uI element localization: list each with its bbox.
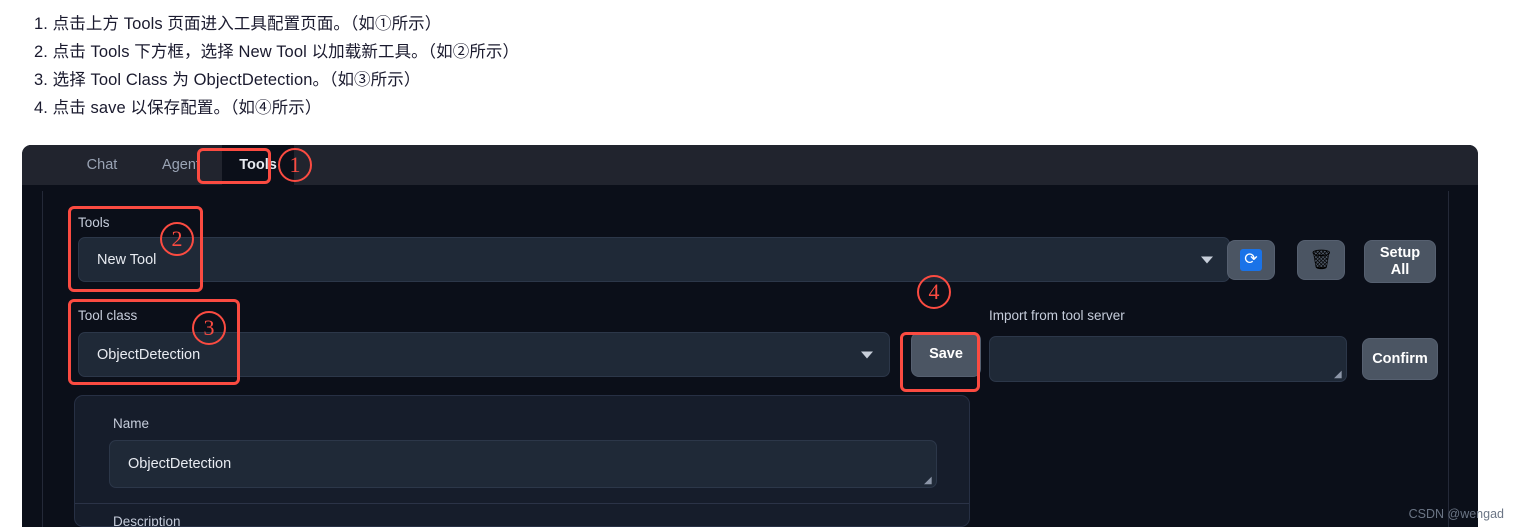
instruction-line-3: 3. 选择 Tool Class 为 ObjectDetection。（如③所示… (34, 71, 421, 89)
instruction-line-2: 2. 点击 Tools 下方框，选择 New Tool 以加载新工具。（如②所示… (34, 43, 520, 61)
setup-all-button[interactable]: Setup All (1364, 240, 1436, 283)
chevron-down-icon (1201, 256, 1213, 263)
right-rail-divider (1448, 191, 1449, 527)
name-input[interactable]: ObjectDetection ◢ (109, 440, 937, 488)
tools-select[interactable]: New Tool (78, 237, 1230, 282)
tool-detail-card: Name ObjectDetection ◢ Description (74, 395, 970, 527)
watermark: CSDN @wengad (1408, 507, 1504, 521)
name-label: Name (113, 416, 150, 431)
tab-bar: Chat Agent Tools (22, 145, 1478, 185)
tool-class-label: Tool class (78, 308, 138, 323)
tab-agent[interactable]: Agent (142, 145, 220, 185)
tab-chat[interactable]: Chat (64, 145, 140, 185)
setup-all-line-2: All (1390, 261, 1410, 278)
setup-all-line-1: Setup (1379, 244, 1421, 261)
instruction-line-1: 1. 点击上方 Tools 页面进入工具配置页面。（如①所示） (34, 15, 442, 33)
import-label: Import from tool server (989, 308, 1125, 323)
tool-class-select[interactable]: ObjectDetection (78, 332, 890, 377)
tool-class-select-value: ObjectDetection (97, 346, 201, 363)
refresh-icon: ⟳ (1240, 249, 1262, 271)
chevron-down-icon (861, 351, 873, 358)
import-textarea[interactable]: ◢ (989, 336, 1347, 382)
instruction-line-4: 4. 点击 save 以保存配置。（如④所示） (34, 99, 322, 117)
tools-select-value: New Tool (97, 251, 157, 268)
description-label: Description (113, 514, 181, 527)
tab-tools[interactable]: Tools (222, 145, 294, 185)
delete-button[interactable]: 🗑 (1297, 240, 1345, 280)
card-divider (75, 503, 969, 504)
name-input-value: ObjectDetection (128, 456, 232, 472)
resize-grip-icon[interactable]: ◢ (924, 476, 933, 486)
app-window: Chat Agent Tools Tools New Tool ⟳ 🗑 Setu… (22, 145, 1478, 527)
confirm-button[interactable]: Confirm (1362, 338, 1438, 380)
refresh-button[interactable]: ⟳ (1227, 240, 1275, 280)
instruction-list: 1. 点击上方 Tools 页面进入工具配置页面。（如①所示） 2. 点击 To… (34, 10, 1234, 122)
left-rail-divider (42, 191, 43, 527)
save-button[interactable]: Save (911, 332, 981, 377)
tools-label: Tools (78, 215, 110, 230)
trash-icon: 🗑 (1308, 249, 1334, 271)
resize-grip-icon[interactable]: ◢ (1334, 370, 1343, 380)
